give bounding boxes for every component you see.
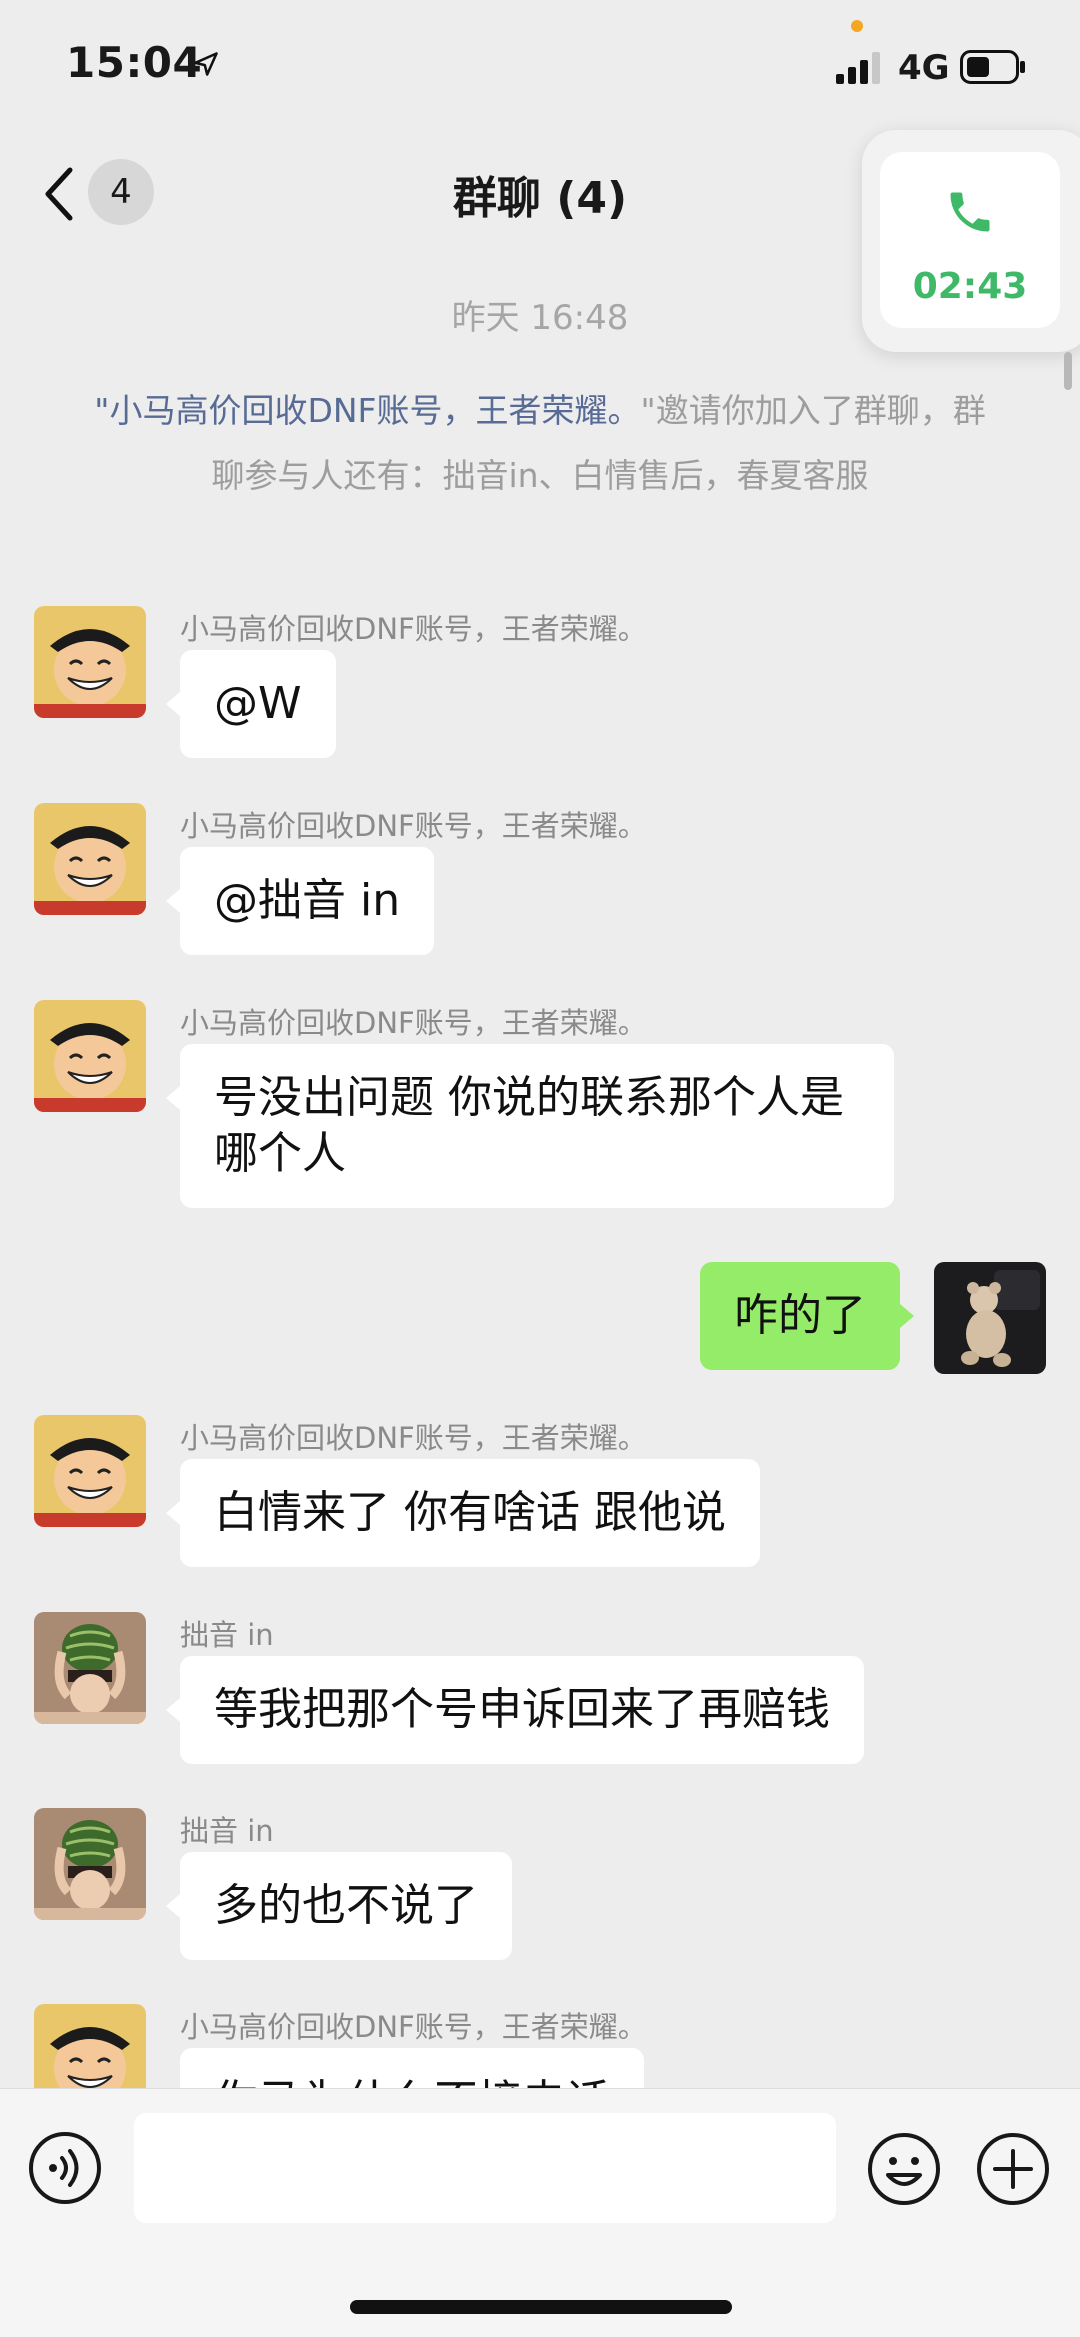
straw-hat-avatar-icon [34, 803, 146, 915]
location-arrow-icon [194, 52, 218, 76]
avatar[interactable] [34, 803, 146, 915]
watermelon-head-avatar-icon [34, 1808, 146, 1920]
emoji-icon[interactable] [866, 2131, 942, 2207]
message-bubble[interactable]: @拙音 in [165, 847, 435, 955]
phone-icon [950, 192, 990, 232]
avatar[interactable] [34, 606, 146, 718]
plus-icon[interactable] [975, 2131, 1051, 2207]
avatar[interactable] [34, 1415, 146, 1527]
straw-hat-avatar-icon [34, 1000, 146, 1112]
cellular-signal-icon [836, 52, 880, 84]
group-invite-notice: "小马高价回收DNF账号，王者荣耀。"邀请你加入了群聊，群聊参与人还有：拙音in… [80, 378, 1000, 508]
scrollbar[interactable] [1064, 352, 1072, 390]
message-bubble[interactable]: @W [166, 650, 336, 758]
message-bubble-outgoing[interactable]: 咋的了 [700, 1262, 914, 1370]
chevron-left-icon[interactable] [40, 164, 80, 224]
avatar[interactable] [34, 1808, 146, 1920]
message-bubble[interactable]: 等我把那个号申诉回来了再赔钱 [166, 1656, 864, 1764]
home-indicator[interactable] [350, 2300, 732, 2314]
sender-name: 小马高价回收DNF账号，王者荣耀。 [180, 1421, 647, 1455]
sender-name: 小马高价回收DNF账号，王者荣耀。 [180, 809, 647, 843]
status-time: 15:04 [66, 38, 203, 87]
chat-timestamp: 昨天 16:48 [451, 298, 629, 338]
message-bubble[interactable]: 号没出问题 你说的联系那个人是哪个人 [166, 1044, 894, 1208]
avatar[interactable] [34, 1000, 146, 1112]
chat-screen: 15:04 4G 4 群聊 (4) 02:43 昨天 16:48 "小马高价回收… [0, 0, 1080, 2337]
status-bar: 15:04 4G [0, 0, 1080, 120]
straw-hat-avatar-icon [34, 606, 146, 718]
invite-quote-open: " [94, 391, 110, 430]
battery-icon [960, 50, 1025, 84]
voice-icon[interactable] [28, 2131, 102, 2205]
network-type-label: 4G [898, 48, 950, 88]
my-avatar[interactable] [934, 1262, 1046, 1374]
sender-name: 拙音 in [180, 1618, 274, 1652]
message-bubble[interactable]: 多的也不说了 [166, 1852, 512, 1960]
avatar[interactable] [34, 1612, 146, 1724]
teddy-bear-avatar-icon [934, 1262, 1046, 1374]
sender-name: 小马高价回收DNF账号，王者荣耀。 [180, 2010, 647, 2044]
sender-name: 小马高价回收DNF账号，王者荣耀。 [180, 612, 647, 646]
watermelon-head-avatar-icon [34, 1612, 146, 1724]
sender-name: 小马高价回收DNF账号，王者荣耀。 [180, 1006, 647, 1040]
message-bubble[interactable]: 白情来了 你有啥话 跟他说 [166, 1459, 760, 1567]
inviter-name-link[interactable]: 小马高价回收DNF账号，王者荣耀。 [109, 391, 640, 430]
straw-hat-avatar-icon [34, 1415, 146, 1527]
unread-count-badge[interactable]: 4 [88, 159, 154, 225]
page-title: 群聊 (4) [452, 173, 628, 224]
privacy-indicator-dot [851, 20, 863, 32]
message-input[interactable] [134, 2113, 836, 2223]
sender-name: 拙音 in [180, 1814, 274, 1848]
